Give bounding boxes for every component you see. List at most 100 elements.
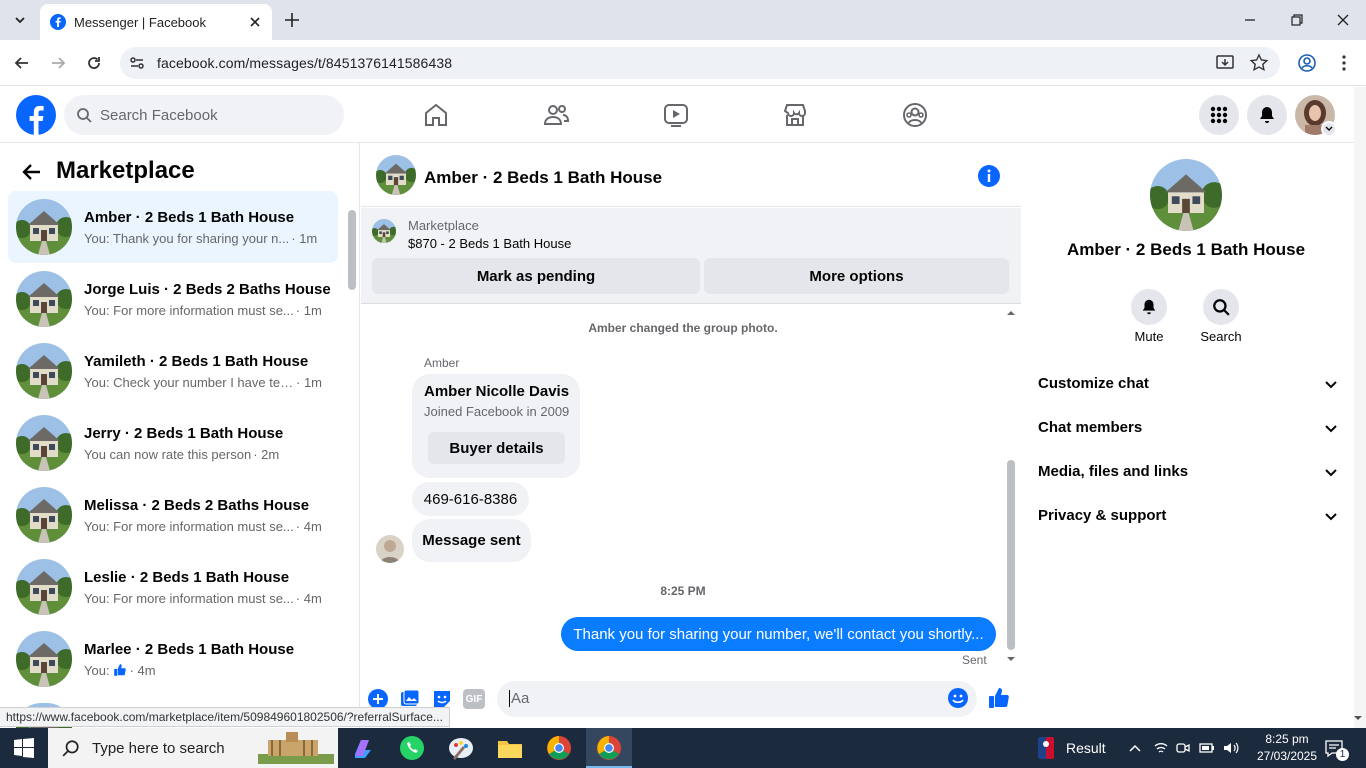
whatsapp-icon[interactable] <box>398 734 426 762</box>
profile-icon[interactable] <box>1297 53 1317 73</box>
meet-icon[interactable] <box>1176 740 1190 756</box>
more-options-button[interactable]: More options <box>704 258 1009 294</box>
news-widget-label[interactable]: Result <box>1066 740 1106 756</box>
back-arrow-icon[interactable] <box>12 53 32 73</box>
conversation-name: Marlee · 2 Beds 1 Bath House <box>84 640 295 658</box>
conversation-item[interactable]: Jorge Luis · 2 Beds 2 Baths House You: Fo… <box>8 263 338 335</box>
site-info-icon[interactable] <box>128 54 146 72</box>
account-dropdown-button[interactable] <box>1321 121 1337 137</box>
nba-icon[interactable] <box>1038 737 1054 759</box>
facebook-search-input[interactable]: Search Facebook <box>64 95 344 135</box>
house-thumbnail-image <box>16 343 72 399</box>
sender-avatar[interactable] <box>376 535 404 563</box>
details-avatar[interactable] <box>1150 159 1222 231</box>
section-label: Media, files and links <box>1038 463 1189 480</box>
tab-search-button[interactable] <box>8 8 32 32</box>
back-arrow-icon[interactable] <box>20 160 44 184</box>
conversation-item[interactable]: Jerry · 2 Beds 1 Bath House You can now r… <box>8 407 338 479</box>
details-section-media-files-and-links[interactable]: Media, files and links <box>1038 463 1338 480</box>
chat-title[interactable]: Amber · 2 Beds 1 Bath House <box>424 168 662 188</box>
taskbar-search-placeholder: Type here to search <box>92 739 225 757</box>
marketplace-icon[interactable] <box>781 101 809 129</box>
friends-icon[interactable] <box>542 101 570 129</box>
info-icon[interactable] <box>977 164 1001 188</box>
scroll-down-icon[interactable] <box>1006 654 1016 664</box>
install-app-icon[interactable] <box>1215 53 1235 73</box>
conversation-item[interactable]: Marlee · 2 Beds 1 Bath House You: · 4m <box>8 623 338 695</box>
conversation-preview: You: Thank you for sharing your n... <box>84 230 290 246</box>
mark-as-pending-button[interactable]: Mark as pending <box>372 258 700 294</box>
facebook-logo-icon[interactable] <box>16 95 56 135</box>
file-explorer-icon[interactable] <box>496 734 524 762</box>
bookmark-star-icon[interactable] <box>1249 53 1269 73</box>
house-thumbnail-image <box>372 219 396 243</box>
notifications-button[interactable] <box>1247 95 1287 135</box>
my-message-bubble[interactable]: Thank you for sharing your number, we'll… <box>561 617 996 651</box>
chrome-icon[interactable] <box>545 734 573 762</box>
reload-icon[interactable] <box>84 53 104 73</box>
sender-name: Amber <box>424 356 460 370</box>
battery-icon[interactable] <box>1199 741 1215 755</box>
home-icon[interactable] <box>422 101 450 129</box>
browser-menu-icon[interactable] <box>1334 53 1354 73</box>
gif-icon[interactable]: GIF <box>463 689 485 709</box>
sender-avatar-image <box>376 535 404 563</box>
message-input[interactable]: Aa <box>497 681 977 717</box>
forward-arrow-icon[interactable] <box>48 53 68 73</box>
conversation-name: Jerry · 2 Beds 1 Bath House <box>84 424 284 442</box>
close-window-icon[interactable] <box>1335 12 1351 28</box>
browser-tab[interactable]: Messenger | Facebook <box>40 4 272 40</box>
browser-tab-bar: Messenger | Facebook <box>0 0 1366 40</box>
menu-button[interactable] <box>1199 95 1239 135</box>
panel-title: Marketplace <box>56 157 195 184</box>
conversation-item[interactable]: Yamileth · 2 Beds 1 Bath House You: Check… <box>8 335 338 407</box>
conversation-item[interactable]: Melissa · 2 Beds 2 Baths House You: For m… <box>8 479 338 551</box>
conversation-preview-line: You can now rate this person · 2m <box>84 447 334 462</box>
close-tab-icon[interactable] <box>244 11 266 33</box>
phone-message[interactable]: 469-616-8386 <box>412 482 529 516</box>
buyer-card: Amber Nicolle Davis Joined Facebook in 2… <box>412 374 580 478</box>
video-icon[interactable] <box>662 101 690 129</box>
conversation-time: · 1m <box>291 230 318 246</box>
emoji-icon[interactable] <box>947 687 969 709</box>
chat-avatar[interactable] <box>376 155 416 195</box>
listing-title[interactable]: $870 - 2 Beds 1 Bath House <box>408 236 571 251</box>
minimize-icon[interactable] <box>1242 12 1258 28</box>
conversation-avatar <box>16 343 72 399</box>
tab-title: Messenger | Facebook <box>74 14 206 30</box>
new-tab-icon[interactable] <box>282 10 302 30</box>
paint-icon[interactable] <box>447 734 475 762</box>
listing-thumbnail[interactable] <box>372 219 396 243</box>
conversation-preview-line: You: For more information must se... · 4m <box>84 591 334 606</box>
conversation-list-scrollbar[interactable] <box>348 210 356 290</box>
chevron-up-icon[interactable] <box>1128 741 1142 755</box>
conversation-avatar <box>16 631 72 687</box>
details-section-chat-members[interactable]: Chat members <box>1038 419 1338 436</box>
taskbar-clock[interactable]: 8:25 pm 27/03/2025 <box>1250 731 1324 765</box>
wifi-icon[interactable] <box>1153 740 1169 756</box>
details-section-customize-chat[interactable]: Customize chat <box>1038 375 1338 392</box>
conversation-item[interactable]: Amber · 2 Beds 1 Bath House You: Thank yo… <box>8 191 338 263</box>
buyer-details-button[interactable]: Buyer details <box>428 432 565 464</box>
details-section-privacy-support[interactable]: Privacy & support <box>1038 507 1338 524</box>
group-event-text: Amber changed the group photo. <box>588 321 778 335</box>
windows-start-icon[interactable] <box>14 738 34 758</box>
restore-icon[interactable] <box>1289 12 1305 28</box>
notification-count-badge: 1 <box>1336 748 1349 761</box>
mute-button[interactable] <box>1131 289 1167 325</box>
message-sent-bubble[interactable]: Message sent <box>412 519 531 562</box>
copilot-icon[interactable] <box>349 734 377 762</box>
conversation-item[interactable]: Leslie · 2 Beds 1 Bath House You: For mor… <box>8 551 338 623</box>
search-in-chat-button[interactable] <box>1203 289 1239 325</box>
thumbs-up-icon[interactable] <box>987 686 1011 710</box>
search-highlight-icon <box>258 732 334 764</box>
page-scrollbar[interactable] <box>1354 87 1366 728</box>
chat-scrollbar[interactable] <box>1007 460 1015 650</box>
conversation-time: · 4m <box>295 518 322 534</box>
volume-icon[interactable] <box>1222 740 1240 756</box>
scroll-down-icon[interactable] <box>1352 713 1364 723</box>
active-chrome-taskbar-button[interactable] <box>586 728 632 768</box>
scroll-up-icon[interactable] <box>1006 308 1016 318</box>
buyer-joined: Joined Facebook in 2009 <box>424 404 570 419</box>
groups-icon[interactable] <box>901 101 929 129</box>
